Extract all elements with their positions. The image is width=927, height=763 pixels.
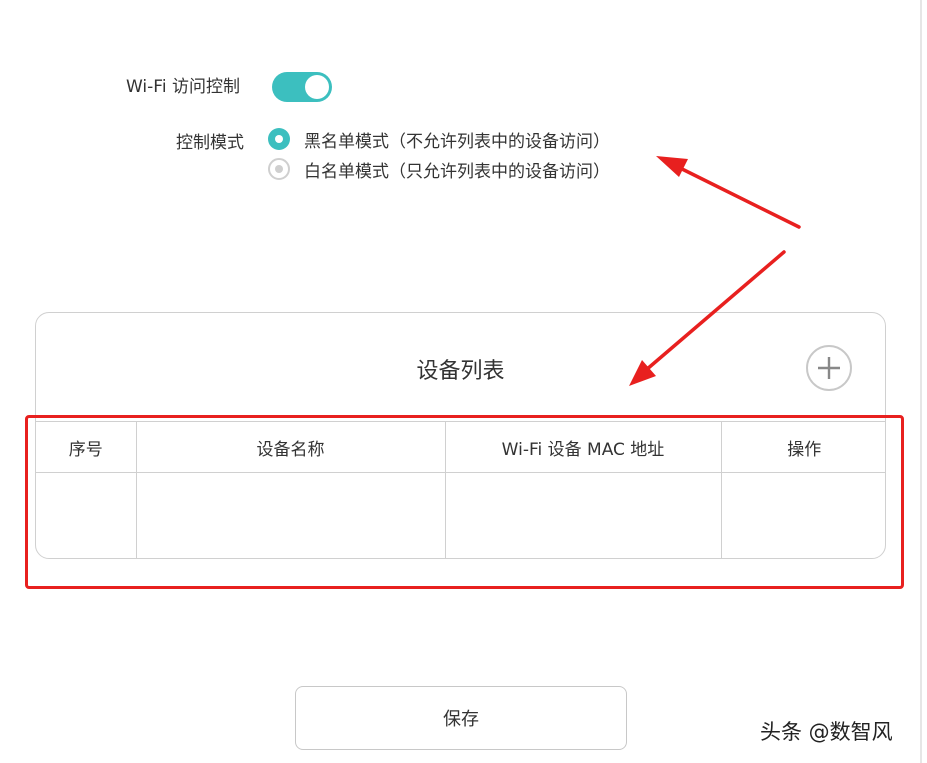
annotation-arrow-lower <box>629 250 786 386</box>
annotation-arrows <box>629 156 801 386</box>
save-button[interactable]: 保存 <box>295 686 627 750</box>
watermark-text: 头条 @数智风 <box>760 720 893 744</box>
annotation-arrow-upper <box>656 156 801 229</box>
